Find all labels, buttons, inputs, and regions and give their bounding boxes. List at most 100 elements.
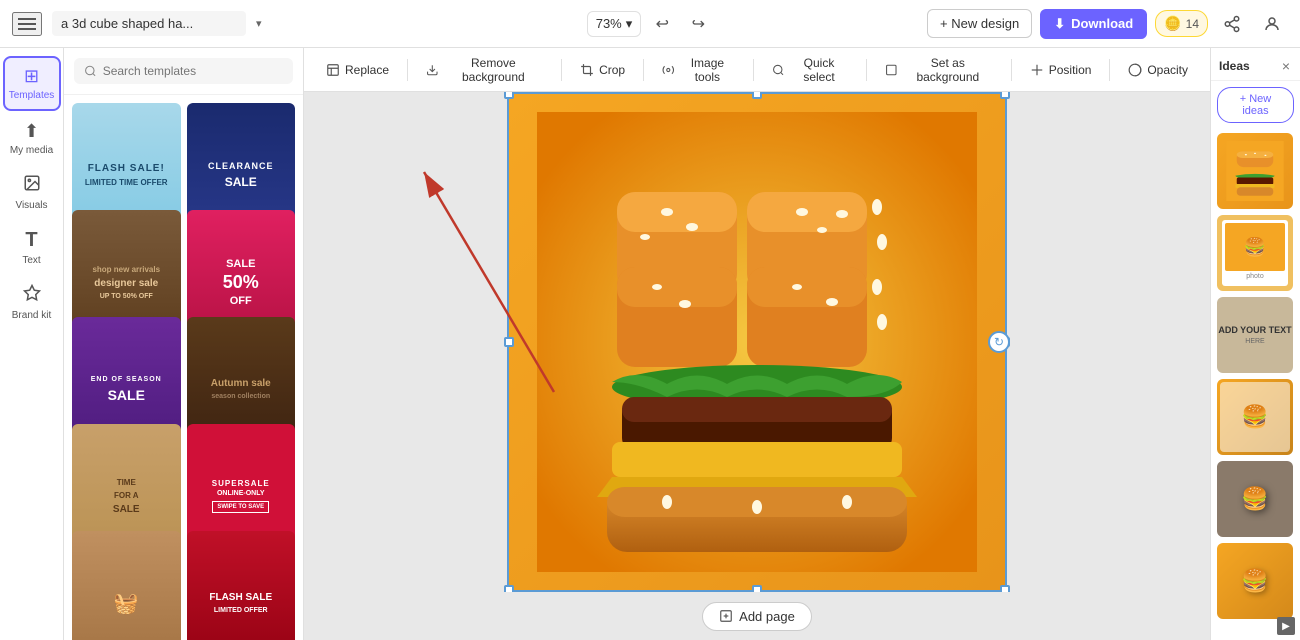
crop-icon	[580, 63, 594, 77]
burger-image	[509, 94, 1005, 590]
visuals-icon	[23, 174, 41, 197]
download-button[interactable]: ⬇ Download	[1040, 9, 1147, 39]
sidebar-item-text[interactable]: T Text	[3, 221, 61, 274]
crop-label: Crop	[599, 63, 625, 77]
ideas-panel: Ideas × + New ideas	[1210, 48, 1300, 640]
image-tools-icon	[662, 63, 675, 77]
position-button[interactable]: Position	[1020, 58, 1102, 82]
undo-button[interactable]: ↩	[647, 9, 677, 39]
toolbar-divider-2	[561, 59, 562, 81]
toolbar-divider-4	[753, 59, 754, 81]
image-tools-label: Image tools	[680, 56, 736, 84]
canvas-area: Replace Remove background Crop Image too…	[304, 48, 1210, 640]
quick-select-label: Quick select	[790, 56, 849, 84]
templates-icon: ⊞	[24, 66, 39, 87]
remove-bg-icon	[426, 63, 439, 77]
hamburger-menu[interactable]	[12, 12, 42, 36]
handle-mid-left[interactable]	[504, 337, 514, 347]
idea-card[interactable]: 🍔	[1217, 379, 1293, 455]
templates-panel: FLASH SALE! LIMITED TIME OFFER CLEARANCE…	[64, 48, 304, 640]
ideas-grid: 🍔 photo ADD YOUR TEXT HERE ▶ 🍔	[1211, 129, 1300, 623]
text-icon: T	[25, 229, 37, 252]
template-grid: FLASH SALE! LIMITED TIME OFFER CLEARANCE…	[64, 95, 303, 640]
idea-card[interactable]: 🍔	[1217, 543, 1293, 619]
search-icon	[84, 64, 97, 78]
main-layout: ⊞ Templates ⬆ My media Visuals T Text Br…	[0, 48, 1300, 640]
remove-bg-label: Remove background	[444, 56, 544, 84]
idea-card[interactable]: 🍔	[1217, 461, 1293, 537]
position-icon	[1030, 63, 1044, 77]
brand-kit-icon	[23, 284, 41, 307]
set-bg-icon	[885, 63, 898, 77]
sidebar-item-my-media-label: My media	[10, 145, 53, 156]
remove-bg-button[interactable]: Remove background	[416, 51, 553, 89]
profile-button[interactable]	[1256, 8, 1288, 40]
sidebar-item-templates-label: Templates	[9, 90, 55, 101]
title-dropdown-arrow[interactable]: ▾	[256, 17, 262, 30]
replace-icon	[326, 63, 340, 77]
zoom-selector[interactable]: 73% ▾	[587, 11, 642, 37]
burger-3d-svg	[537, 112, 977, 572]
top-bar-right: + New design ⬇ Download 🪙 14	[723, 8, 1288, 40]
handle-bottom-left[interactable]	[504, 585, 514, 592]
zoom-value: 73%	[596, 16, 622, 31]
handle-bottom-right[interactable]	[1000, 585, 1010, 592]
sidebar: ⊞ Templates ⬆ My media Visuals T Text Br…	[0, 48, 64, 640]
download-icon: ⬇	[1054, 16, 1065, 32]
sidebar-item-text-label: Text	[22, 255, 40, 266]
search-box	[64, 48, 303, 95]
toolbar-divider-3	[643, 59, 644, 81]
handle-top-left[interactable]	[504, 92, 514, 99]
handle-top-right[interactable]	[1000, 92, 1010, 99]
crop-button[interactable]: Crop	[570, 58, 635, 82]
sidebar-item-templates[interactable]: ⊞ Templates	[3, 56, 61, 111]
idea-card[interactable]	[1217, 133, 1293, 209]
ideas-close-button[interactable]: ×	[1280, 56, 1292, 76]
opacity-button[interactable]: Opacity	[1118, 58, 1198, 82]
new-design-label: + New design	[940, 16, 1019, 31]
set-background-button[interactable]: Set as background	[875, 51, 1003, 89]
idea-card[interactable]: 🍔 photo	[1217, 215, 1293, 291]
add-page-bar: Add page	[304, 592, 1210, 640]
editor-toolbar: Replace Remove background Crop Image too…	[304, 48, 1210, 92]
toolbar-divider	[407, 59, 408, 81]
add-page-icon	[719, 609, 733, 623]
ideas-title: Ideas	[1219, 59, 1250, 73]
new-ideas-button[interactable]: + New ideas	[1217, 87, 1294, 123]
toolbar-divider-6	[1011, 59, 1012, 81]
idea-card[interactable]: ADD YOUR TEXT HERE ▶	[1217, 297, 1293, 373]
sidebar-item-my-media[interactable]: ⬆ My media	[3, 113, 61, 164]
handle-top-mid[interactable]	[752, 92, 762, 99]
redo-button[interactable]: ↪	[683, 9, 713, 39]
top-bar-center: 73% ▾ ↩ ↪	[587, 9, 714, 39]
sidebar-item-brand-kit[interactable]: Brand kit	[3, 276, 61, 329]
sidebar-item-brand-kit-label: Brand kit	[12, 310, 51, 321]
add-page-button[interactable]: Add page	[702, 602, 812, 631]
share-button[interactable]	[1216, 8, 1248, 40]
canvas-wrapper: ↻	[304, 92, 1210, 592]
opacity-label: Opacity	[1147, 63, 1188, 77]
position-label: Position	[1049, 63, 1092, 77]
design-title-input[interactable]	[52, 11, 246, 36]
coins-badge: 🪙 14	[1155, 10, 1208, 37]
image-tools-button[interactable]: Image tools	[652, 51, 745, 89]
template-card[interactable]: 🧺	[72, 531, 181, 640]
replace-button[interactable]: Replace	[316, 58, 399, 82]
top-bar-left: ▾	[12, 11, 577, 36]
top-bar: ▾ 73% ▾ ↩ ↪ + New design ⬇ Download 🪙 14	[0, 0, 1300, 48]
toolbar-divider-7	[1109, 59, 1110, 81]
search-input[interactable]	[103, 64, 283, 78]
template-card[interactable]: FLASH SALE LIMITED OFFER	[187, 531, 296, 640]
new-design-button[interactable]: + New design	[927, 9, 1032, 38]
add-page-label: Add page	[739, 609, 795, 624]
quick-select-icon	[772, 63, 785, 77]
quick-select-button[interactable]: Quick select	[762, 51, 858, 89]
coins-count: 14	[1186, 17, 1199, 31]
download-label: Download	[1071, 16, 1133, 31]
sidebar-item-visuals[interactable]: Visuals	[3, 166, 61, 219]
zoom-dropdown-icon: ▾	[626, 16, 633, 32]
my-media-icon: ⬆	[24, 121, 39, 142]
canvas-frame[interactable]: ↻	[507, 92, 1007, 592]
rotate-handle[interactable]: ↻	[988, 331, 1010, 353]
handle-bottom-mid[interactable]	[752, 585, 762, 592]
